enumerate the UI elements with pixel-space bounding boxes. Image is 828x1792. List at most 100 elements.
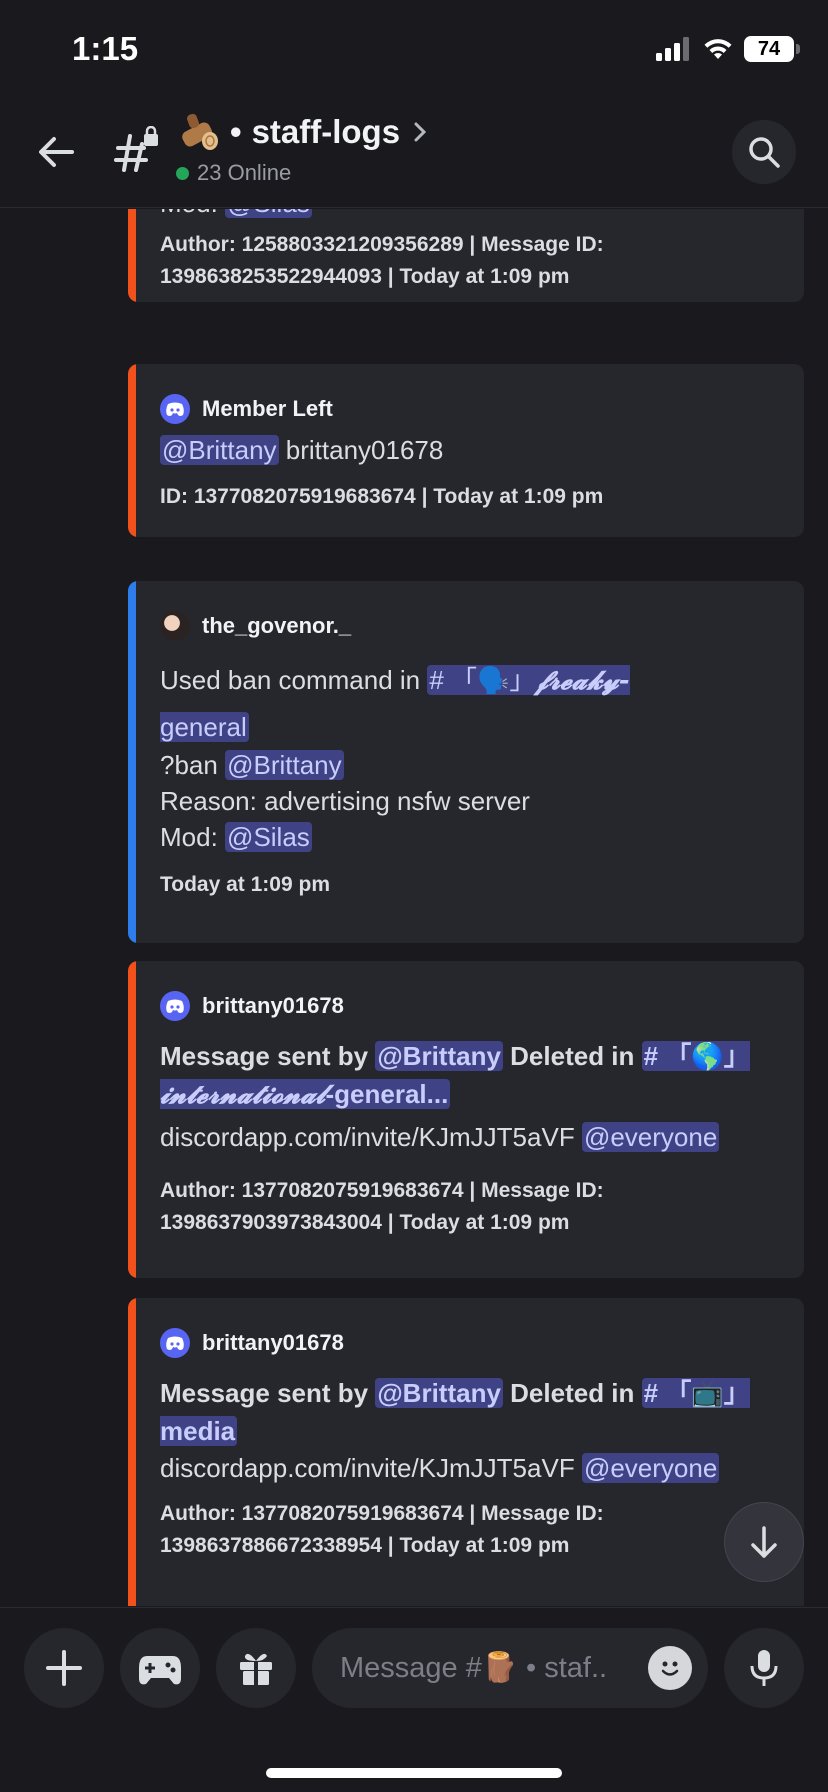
search-icon <box>749 137 780 168</box>
wifi-icon <box>704 39 732 59</box>
invite-link[interactable]: discordapp.com/invite/KJmJJT5aVF <box>160 1453 575 1483</box>
user-mention[interactable]: @Brittany <box>160 435 279 465</box>
deleted-header: Message sent by @Brittany Deleted in # 「… <box>160 1037 780 1114</box>
embed-footer: Author: 1377082075919683674 | Message ID… <box>160 1175 604 1239</box>
embed-accent-bar <box>128 961 136 1278</box>
message-content: discordapp.com/invite/KJmJJT5aVF @everyo… <box>160 1119 720 1155</box>
embed-author: Member Left <box>160 394 333 424</box>
discord-logo-icon <box>160 394 190 424</box>
author-name: brittany01678 <box>202 993 344 1018</box>
footer-line: Author: 1377082075919683674 | Message ID… <box>160 1502 604 1525</box>
embed-footer: ID: 1377082075919683674 | Today at 1:09 … <box>160 485 604 508</box>
user-mention[interactable]: @Brittany <box>225 750 344 780</box>
body-text: Deleted in <box>510 1041 635 1071</box>
embed-accent-bar <box>128 581 136 943</box>
mod-line: Mod: @Silas <box>160 209 312 221</box>
log-embed: Mod: @Silas Author: 1258803321209356289 … <box>128 209 804 302</box>
embed-author: brittany01678 <box>160 1328 344 1358</box>
member-line: @Brittany brittany01678 <box>160 432 443 468</box>
online-dot-icon <box>176 166 189 180</box>
battery-indicator: 74 <box>744 36 800 62</box>
attach-button[interactable] <box>24 1628 104 1708</box>
ban-text: ?ban <box>160 750 218 780</box>
mod-label: Mod: <box>160 209 218 218</box>
footer-line: 1398638253522944093 | Today at 1:09 pm <box>160 265 570 288</box>
user-mention[interactable]: @Brittany <box>375 1041 503 1071</box>
channel-mention-rest: general <box>160 712 247 742</box>
footer-line: 1398637886672338954 | Today at 1:09 pm <box>160 1534 570 1557</box>
author-name[interactable]: the_govenor._ <box>202 613 351 639</box>
arrow-down-icon <box>751 1526 777 1558</box>
message-input-placeholder: Message #🪵 • staf.. <box>340 1652 608 1684</box>
status-time: 1:15 <box>72 30 139 67</box>
locked-channel-icon <box>114 126 158 172</box>
status-bar: 1:15 74 <box>0 0 828 100</box>
channel-mention-script: 𝓯𝓻𝓮𝓪𝓴𝔂- <box>535 666 630 696</box>
author-name: Member Left <box>202 396 333 421</box>
invite-link[interactable]: discordapp.com/invite/KJmJJT5aVF <box>160 1122 575 1152</box>
online-label: 23 Online <box>197 160 292 185</box>
log-emoji-icon <box>176 110 220 154</box>
activities-button[interactable] <box>120 1628 200 1708</box>
home-indicator[interactable] <box>266 1768 562 1778</box>
game-controller-icon <box>139 1656 181 1685</box>
discord-logo-icon <box>160 991 190 1021</box>
title-separator: • <box>230 113 242 150</box>
voice-message-button[interactable] <box>724 1628 804 1708</box>
footer-line: Author: 1258803321209356289 | Message ID… <box>160 233 604 256</box>
log-embed: brittany01678 Message sent by @Brittany … <box>128 961 804 1278</box>
battery-level: 74 <box>757 37 781 60</box>
message-input[interactable]: Message #🪵 • staf.. <box>312 1628 708 1708</box>
everyone-mention[interactable]: @everyone <box>581 1453 720 1483</box>
user-mention[interactable]: @Silas <box>225 822 312 852</box>
embed-author: brittany01678 <box>160 991 344 1021</box>
emoji-button[interactable] <box>648 1646 692 1690</box>
jump-to-bottom-button[interactable] <box>724 1502 804 1582</box>
ban-line: ?ban @Brittany <box>160 747 344 783</box>
avatar[interactable] <box>160 611 190 641</box>
embed-footer: Today at 1:09 pm <box>160 873 330 896</box>
ban-command-line: Used ban command in # 「🗣️」𝓯𝓻𝓮𝓪𝓴𝔂-general <box>160 657 700 750</box>
user-mention[interactable]: @Silas <box>225 209 312 218</box>
body-text: Used ban command in <box>160 665 421 695</box>
channel-mention-script: 𝓲𝓷𝓽𝓮𝓻𝓷𝓪𝓽𝓲𝓸𝓷𝓪𝓵 <box>160 1080 326 1110</box>
signal-icon <box>656 37 689 61</box>
log-embed: the_govenor._ Used ban command in # 「🗣️」… <box>128 581 804 943</box>
embed-footer: Author: 1258803321209356289 | Message ID… <box>160 229 604 293</box>
search-button[interactable] <box>732 120 796 184</box>
footer-line: 1398637903973843004 | Today at 1:09 pm <box>160 1211 570 1234</box>
status-icons: 74 <box>656 34 800 64</box>
channel-name: staff-logs <box>251 113 401 150</box>
reason-line: Reason: advertising nsfw server <box>160 786 530 816</box>
gift-icon <box>240 1653 272 1685</box>
body-text: Deleted in <box>510 1378 635 1408</box>
user-mention[interactable]: @Brittany <box>375 1378 503 1408</box>
chevron-right-icon <box>414 122 427 142</box>
body-text: Message sent by <box>160 1378 369 1408</box>
log-embed: Member Left @Brittany brittany01678 ID: … <box>128 364 804 537</box>
message-content: discordapp.com/invite/KJmJJT5aVF @everyo… <box>160 1450 720 1486</box>
username: brittany01678 <box>285 435 444 465</box>
channel-mention-rest: media <box>160 1416 236 1446</box>
channel-header: • staff-logs 23 Online <box>0 100 828 208</box>
author-name: brittany01678 <box>202 1330 344 1355</box>
embed-accent-bar <box>128 209 136 302</box>
message-composer: Message #🪵 • staf.. <box>0 1607 828 1792</box>
smiley-icon <box>661 1661 679 1676</box>
message-feed[interactable]: Mod: @Silas Author: 1258803321209356289 … <box>0 209 828 1606</box>
footer-line: Author: 1377082075919683674 | Message ID… <box>160 1179 604 1202</box>
back-arrow-icon[interactable] <box>32 128 80 176</box>
channel-title[interactable]: • staff-logs <box>176 110 432 154</box>
mod-line: Mod: @Silas <box>160 819 312 855</box>
online-count: 23 Online <box>176 160 291 186</box>
channel-mention-rest: -general... <box>325 1079 449 1109</box>
channel-mention-prefix: # 「📺」 <box>643 1378 750 1408</box>
everyone-mention[interactable]: @everyone <box>581 1122 720 1152</box>
body-text: Message sent by <box>160 1041 369 1071</box>
deleted-header: Message sent by @Brittany Deleted in # 「… <box>160 1374 780 1450</box>
microphone-icon <box>750 1650 778 1686</box>
mod-label: Mod: <box>160 822 218 852</box>
discord-logo-icon <box>160 1328 190 1358</box>
embed-footer: Author: 1377082075919683674 | Message ID… <box>160 1498 604 1562</box>
gift-button[interactable] <box>216 1628 296 1708</box>
